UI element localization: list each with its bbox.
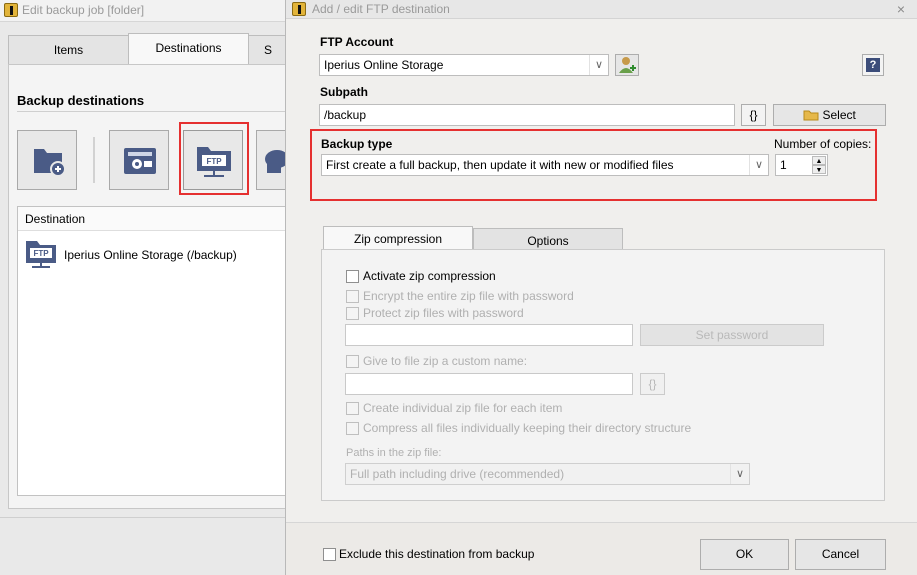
section-divider [17, 111, 287, 112]
stepper-down-icon[interactable]: ▼ [812, 165, 826, 174]
backup-type-select[interactable]: First create a full backup, then update … [321, 154, 769, 176]
compress-all-checkbox[interactable] [346, 422, 359, 435]
tape-destination-button[interactable] [109, 130, 169, 190]
exclude-destination-checkbox[interactable] [323, 548, 336, 561]
add-user-icon [619, 57, 636, 73]
tab-schedule-label: S [263, 43, 272, 57]
braces-icon: {} [749, 108, 758, 122]
encrypt-zip-label: Encrypt the entire zip file with passwor… [363, 289, 574, 303]
select-folder-button[interactable]: Select [773, 104, 886, 126]
set-password-button[interactable]: Set password [640, 324, 824, 346]
zip-compression-panel: Activate zip compression Encrypt the ent… [321, 249, 885, 501]
folder-icon [803, 110, 819, 121]
app-logo-icon [292, 2, 306, 16]
custom-name-input[interactable] [345, 373, 633, 395]
chevron-down-icon: ∨ [589, 55, 608, 75]
tab-items[interactable]: Items [8, 35, 129, 65]
ok-button[interactable]: OK [700, 539, 789, 570]
list-item[interactable]: FTP Iperius Online Storage (/backup) [24, 237, 289, 271]
tab-destinations-label: Destinations [155, 41, 222, 55]
protect-zip-label: Protect zip files with password [363, 306, 524, 320]
list-item-label: Iperius Online Storage (/backup) [64, 248, 237, 262]
individual-zip-label: Create individual zip file for each item [363, 401, 563, 415]
paths-select[interactable]: Full path including drive (recommended) … [345, 463, 750, 485]
chevron-down-icon: ∨ [749, 155, 768, 175]
destinations-list: Destination FTP Iperius Online Storage (… [17, 206, 297, 496]
backup-type-value: First create a full backup, then update … [326, 158, 674, 172]
help-icon: ? [866, 58, 880, 72]
exclude-destination-label: Exclude this destination from backup [339, 547, 535, 561]
tile-separator [93, 137, 95, 183]
subpath-input[interactable]: /backup [319, 104, 735, 126]
activate-zip-checkbox[interactable] [346, 270, 359, 283]
ftp-account-value: Iperius Online Storage [324, 58, 444, 72]
cancel-button[interactable]: Cancel [795, 539, 886, 570]
dialog-title: Add / edit FTP destination [312, 2, 450, 16]
ftp-account-select[interactable]: Iperius Online Storage ∨ [319, 54, 609, 76]
individual-zip-checkbox[interactable] [346, 402, 359, 415]
ftp-tile-highlight [179, 122, 249, 195]
ftp-folder-icon: FTP [26, 241, 56, 268]
copies-value: 1 [780, 158, 787, 172]
tab-schedule[interactable]: S [248, 35, 288, 65]
encrypt-zip-checkbox[interactable] [346, 290, 359, 303]
braces-icon: {} [648, 377, 657, 391]
tab-options-label: Options [527, 234, 569, 248]
subpath-value: /backup [324, 108, 367, 122]
close-button[interactable]: × [891, 0, 911, 18]
tab-destinations[interactable]: Destinations [128, 33, 249, 65]
activate-zip-label: Activate zip compression [363, 269, 496, 283]
ftp-account-label: FTP Account [320, 35, 394, 49]
add-folder-icon [34, 149, 66, 177]
chevron-down-icon: ∨ [730, 464, 749, 484]
compress-all-label: Compress all files individually keeping … [363, 421, 692, 435]
tab-zip-compression-label: Zip compression [353, 232, 443, 246]
backup-destinations-heading: Backup destinations [17, 93, 145, 108]
protect-zip-checkbox[interactable] [346, 307, 359, 320]
add-folder-destination-button[interactable] [17, 130, 77, 190]
svg-text:FTP: FTP [33, 249, 49, 258]
copies-label: Number of copies: [774, 137, 872, 151]
zip-password-input[interactable] [345, 324, 633, 346]
add-account-button[interactable] [615, 54, 639, 76]
destination-column-header[interactable]: Destination [18, 207, 296, 231]
background-window-title: Edit backup job [folder] [22, 3, 145, 17]
custom-name-variables-button[interactable]: {} [640, 373, 665, 395]
custom-name-checkbox[interactable] [346, 355, 359, 368]
tab-items-label: Items [53, 43, 84, 57]
paths-label: Paths in the zip file: [346, 447, 442, 459]
dialog-title-bar: Add / edit FTP destination × [286, 0, 917, 19]
subpath-variables-button[interactable]: {} [741, 104, 766, 126]
copies-stepper[interactable]: 1 ▲ ▼ [775, 154, 828, 176]
app-logo-icon [4, 3, 18, 17]
subpath-label: Subpath [320, 85, 368, 99]
dialog-bottom-bar: Exclude this destination from backup OK … [286, 522, 917, 575]
backup-type-label: Backup type [321, 137, 393, 151]
help-button[interactable]: ? [862, 54, 884, 76]
tape-drive-icon [124, 148, 156, 174]
custom-name-label: Give to file zip a custom name: [363, 354, 528, 368]
bottom-divider [0, 517, 285, 518]
select-button-label: Select [822, 108, 856, 122]
paths-value: Full path including drive (recommended) [350, 467, 565, 481]
ftp-destination-dialog: Add / edit FTP destination × FTP Account… [285, 0, 917, 575]
stepper-up-icon[interactable]: ▲ [812, 156, 826, 165]
